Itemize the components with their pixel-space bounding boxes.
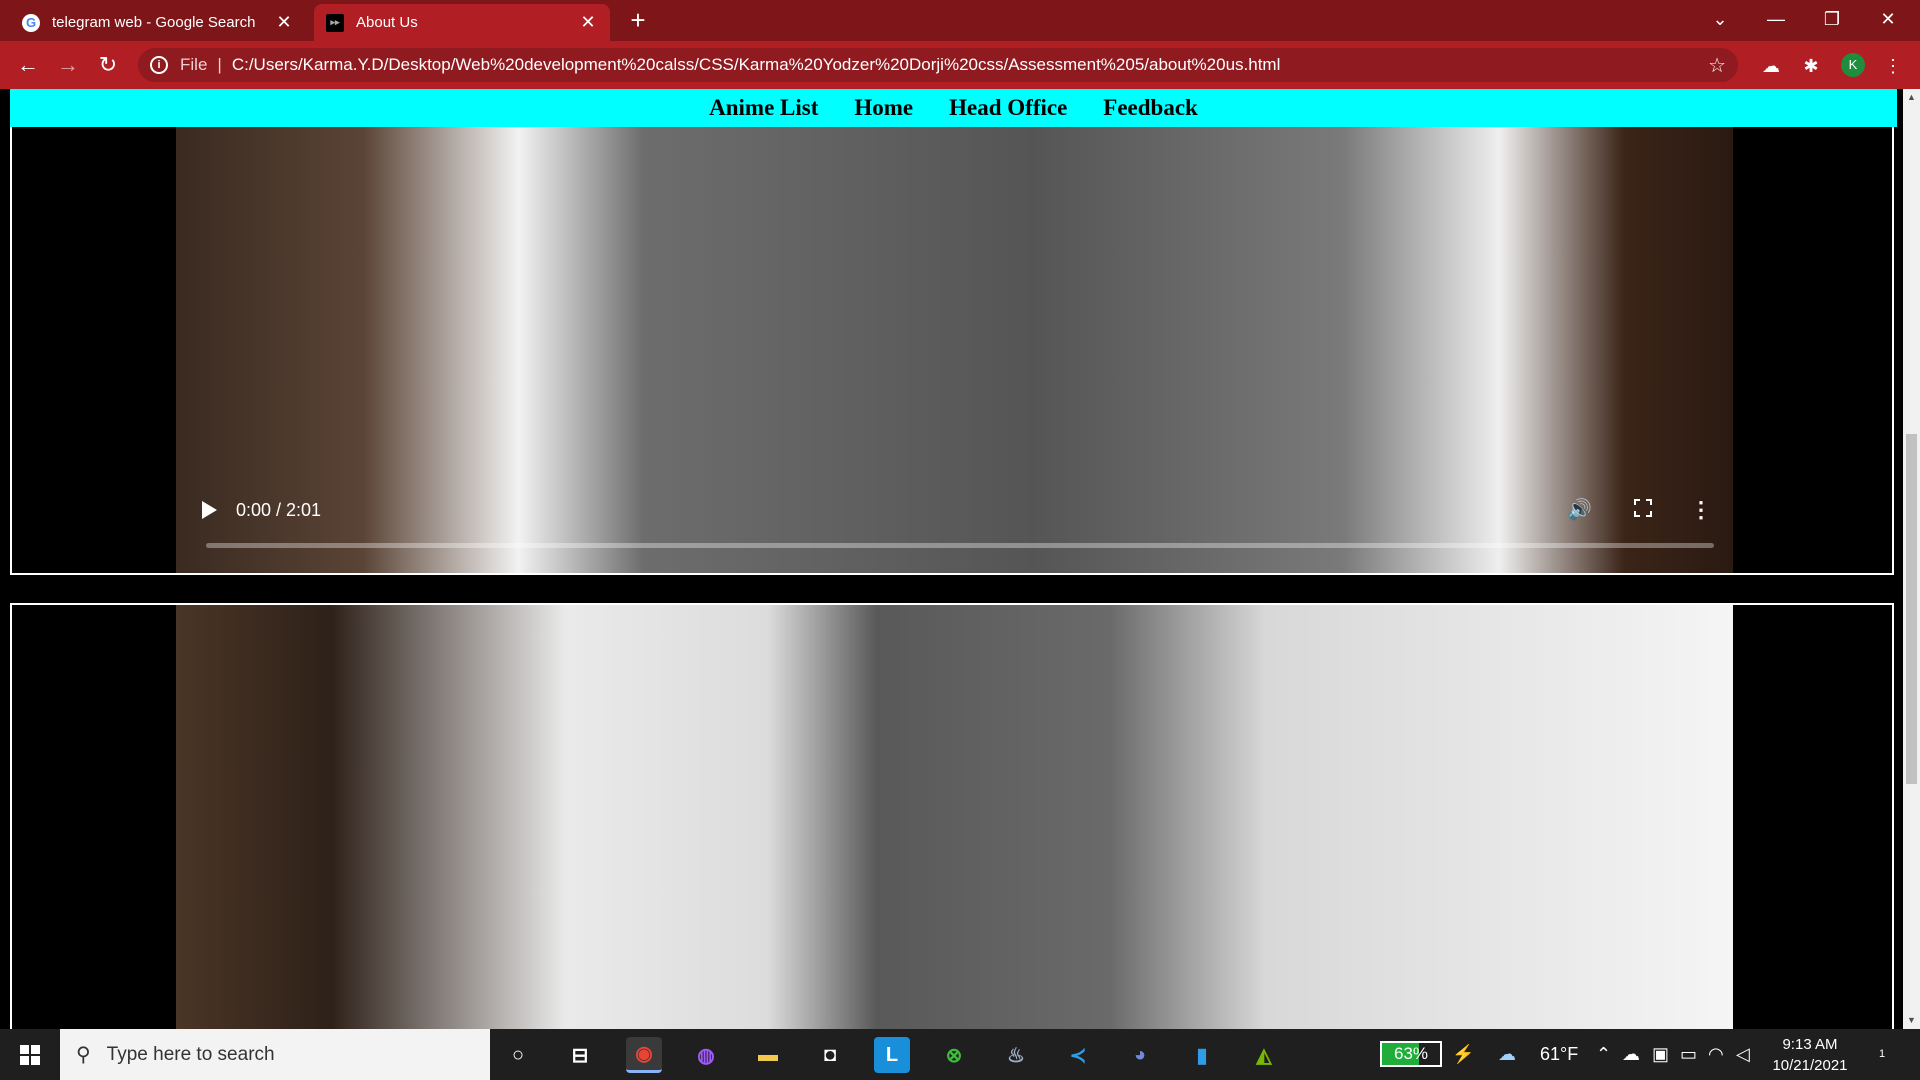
system-clock[interactable]: 9:13 AM 10/21/2021 [1768, 1034, 1852, 1076]
discord-icon[interactable]: ◕ [1122, 1037, 1158, 1073]
fullscreen-icon[interactable] [1634, 499, 1652, 517]
phone-app-icon[interactable]: ▮ [1184, 1037, 1220, 1073]
taskbar-search[interactable]: ⚲ Type here to search [60, 1029, 490, 1080]
address-separator: | [217, 55, 222, 74]
scroll-up-arrow-icon[interactable]: ▲ [1903, 89, 1920, 106]
nav-feedback[interactable]: Feedback [1103, 95, 1198, 121]
chrome-icon[interactable]: ◉ [626, 1037, 662, 1073]
nav-head-office[interactable]: Head Office [949, 95, 1067, 121]
task-view-icon[interactable]: ⊟ [562, 1037, 598, 1073]
notification-center-icon[interactable]: 1 [1868, 1041, 1896, 1067]
video-more-options-icon[interactable]: ⋮ [1690, 497, 1712, 523]
menu-kebab-icon[interactable]: ⋮ [1880, 53, 1906, 79]
cloud-extension-icon[interactable]: ☁ [1758, 53, 1784, 79]
page-scrollbar[interactable]: ▲ ▼ [1903, 89, 1920, 1029]
search-placeholder: Type here to search [106, 1043, 275, 1065]
tab-title: telegram web - Google Search [52, 14, 256, 31]
battery-icon[interactable]: ▭ [1680, 1029, 1697, 1080]
page-favicon-icon: ▸▸ [326, 13, 344, 32]
extensions-puzzle-icon[interactable]: ✱ [1798, 53, 1824, 79]
new-tab-button[interactable]: + [624, 7, 652, 35]
power-plug-icon: ⚡ [1452, 1044, 1475, 1064]
clock-date: 10/21/2021 [1772, 1057, 1848, 1074]
address-bar[interactable]: i File | C:/Users/Karma.Y.D/Desktop/Web%… [138, 48, 1738, 82]
volume-icon[interactable]: 🔊 [1567, 497, 1592, 523]
restore-button[interactable]: ❐ [1804, 0, 1860, 41]
windows-logo-icon [20, 1045, 40, 1065]
search-icon: ⚲ [76, 1044, 91, 1066]
url-text[interactable]: C:/Users/Karma.Y.D/Desktop/Web%20develop… [232, 55, 1281, 75]
weather-cloud-icon[interactable]: ☁ [1498, 1029, 1516, 1080]
site-info-icon[interactable]: i [150, 56, 168, 74]
clock-time: 9:13 AM [1782, 1036, 1838, 1053]
page-viewport: 0:00 / 2:01 🔊 ⋮ Anime List Home Head Off… [0, 89, 1920, 1029]
scheme-label: File [180, 55, 208, 74]
wifi-icon[interactable]: ◠ [1708, 1029, 1724, 1080]
file-explorer-icon[interactable]: ▬ [750, 1037, 786, 1073]
google-icon: G [22, 13, 40, 32]
volume-icon[interactable]: ◁ [1736, 1029, 1750, 1080]
xbox-icon[interactable]: ⊗ [936, 1037, 972, 1073]
store-icon[interactable]: ◘ [812, 1037, 848, 1073]
video-controls: 0:00 / 2:01 🔊 ⋮ [188, 497, 1732, 555]
tab-about-us[interactable]: ▸▸ About Us ✕ [314, 4, 610, 41]
minimize-button[interactable]: — [1748, 0, 1804, 41]
site-nav: Anime List Home Head Office Feedback [10, 89, 1897, 127]
tab-title: About Us [356, 14, 418, 31]
video-player[interactable]: 0:00 / 2:01 🔊 ⋮ [10, 89, 1894, 575]
video-time: 0:00 / 2:01 [236, 500, 322, 520]
tab-google-search[interactable]: G telegram web - Google Search ✕ [10, 4, 306, 41]
scrollbar-thumb[interactable] [1906, 434, 1917, 784]
tab-search-chevron-icon[interactable]: ⌄ [1692, 0, 1748, 41]
taskbar: ⚲ Type here to search ○ ⊟ ◉ ◍ ▬ ◘ L ⊗ ♨ … [0, 1029, 1920, 1080]
toolbar: ← → ↻ i File | C:/Users/Karma.Y.D/Deskto… [0, 41, 1920, 89]
close-tab-icon[interactable]: ✕ [274, 12, 294, 33]
profile-avatar[interactable]: K [1841, 53, 1865, 77]
cortana-icon[interactable]: ○ [500, 1037, 536, 1073]
bookmark-star-icon[interactable]: ☆ [1708, 53, 1726, 78]
onedrive-icon[interactable]: ☁ [1622, 1029, 1640, 1080]
reload-icon[interactable]: ↻ [94, 51, 122, 79]
nvidia-icon[interactable]: ◭ [1246, 1037, 1282, 1073]
video-progress-bar[interactable] [206, 543, 1714, 548]
vscode-icon[interactable]: ≺ [1060, 1037, 1096, 1073]
nav-anime-list[interactable]: Anime List [709, 95, 818, 121]
messenger-icon[interactable]: ◍ [688, 1037, 724, 1073]
nav-home[interactable]: Home [854, 95, 913, 121]
battery-percent: 63% [1393, 1044, 1429, 1063]
video-frame [176, 605, 1733, 1029]
scroll-down-arrow-icon[interactable]: ▼ [1903, 1012, 1920, 1029]
steam-icon[interactable]: ♨ [998, 1037, 1034, 1073]
meet-now-icon[interactable]: ▣ [1652, 1029, 1669, 1080]
notification-count: 1 [1878, 1048, 1886, 1060]
forward-arrow-icon[interactable]: → [54, 51, 82, 79]
start-button[interactable] [0, 1029, 60, 1080]
close-tab-icon[interactable]: ✕ [578, 12, 598, 33]
weather-temperature[interactable]: 61°F [1540, 1029, 1578, 1080]
play-icon[interactable] [202, 501, 217, 519]
back-arrow-icon[interactable]: ← [14, 51, 42, 79]
launcher-l-icon[interactable]: L [874, 1037, 910, 1073]
battery-indicator[interactable]: 63% [1380, 1041, 1442, 1067]
close-window-button[interactable]: ✕ [1860, 0, 1916, 41]
video-player[interactable] [10, 603, 1894, 1029]
tab-strip: G telegram web - Google Search ✕ ▸▸ Abou… [0, 0, 1920, 41]
show-hidden-icons-chevron-icon[interactable]: ⌃ [1596, 1029, 1611, 1080]
